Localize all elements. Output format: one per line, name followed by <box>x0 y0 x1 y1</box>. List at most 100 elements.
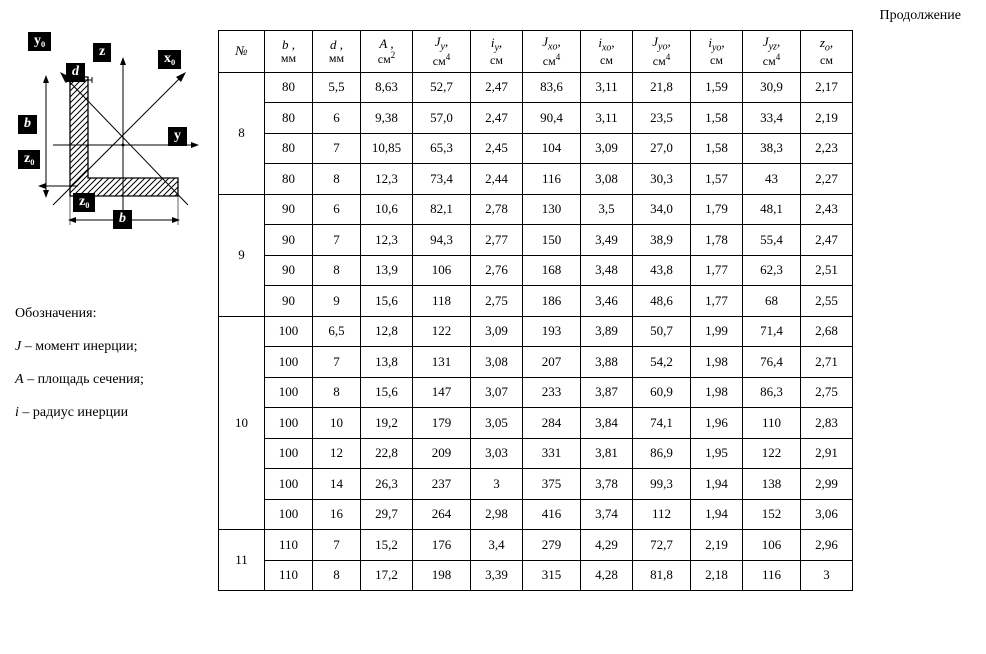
cell-Jyz: 110 <box>743 408 801 439</box>
group-number: 8 <box>219 72 265 194</box>
cell-ixo: 3,5 <box>581 194 633 225</box>
cell-ixo: 3,11 <box>581 103 633 134</box>
cell-ixo: 3,87 <box>581 377 633 408</box>
cell-d: 6 <box>313 103 361 134</box>
cell-iy: 3,07 <box>471 377 523 408</box>
cell-Jyo: 21,8 <box>633 72 691 103</box>
cell-iyo: 1,98 <box>691 377 743 408</box>
cell-A: 12,3 <box>361 225 413 256</box>
cell-ixo: 3,49 <box>581 225 633 256</box>
hdr-Jyz: Jyz,см4 <box>743 31 801 73</box>
cell-iyo: 1,58 <box>691 103 743 134</box>
cell-A: 15,2 <box>361 530 413 561</box>
cell-ixo: 3,11 <box>581 72 633 103</box>
cell-zo: 2,23 <box>801 133 853 164</box>
cell-zo: 2,55 <box>801 286 853 317</box>
cell-b: 100 <box>265 316 313 347</box>
cell-Jy: 209 <box>413 438 471 469</box>
cell-d: 9 <box>313 286 361 317</box>
cell-b: 80 <box>265 133 313 164</box>
label-b-bot: b <box>113 210 132 229</box>
table-row: 1001426,323733753,7899,31,941382,99 <box>219 469 853 500</box>
group-number: 9 <box>219 194 265 316</box>
cell-iy: 2,75 <box>471 286 523 317</box>
cell-zo: 3,06 <box>801 499 853 530</box>
table-row: 100713,81313,082073,8854,21,9876,42,71 <box>219 347 853 378</box>
cell-Jxo: 130 <box>523 194 581 225</box>
cell-d: 14 <box>313 469 361 500</box>
cell-Jyz: 62,3 <box>743 255 801 286</box>
cell-A: 26,3 <box>361 469 413 500</box>
label-y0-top: y₀ <box>28 32 51 51</box>
cell-b: 100 <box>265 499 313 530</box>
cell-Jyo: 86,9 <box>633 438 691 469</box>
cell-ixo: 3,78 <box>581 469 633 500</box>
cell-iyo: 1,94 <box>691 499 743 530</box>
cell-Jyo: 23,5 <box>633 103 691 134</box>
cell-b: 100 <box>265 438 313 469</box>
cell-b: 90 <box>265 194 313 225</box>
cell-iyo: 1,94 <box>691 469 743 500</box>
table-row: 8805,58,6352,72,4783,63,1121,81,5930,92,… <box>219 72 853 103</box>
cell-d: 10 <box>313 408 361 439</box>
continuation-label: Продолжение <box>879 8 961 24</box>
cell-d: 7 <box>313 347 361 378</box>
cell-d: 8 <box>313 255 361 286</box>
table-row: 990610,682,12,781303,534,01,7948,12,43 <box>219 194 853 225</box>
hdr-ixo: ixo,см <box>581 31 633 73</box>
cell-A: 8,63 <box>361 72 413 103</box>
cell-Jyo: 81,8 <box>633 560 691 591</box>
label-y-right: y <box>168 127 187 146</box>
table-body: 8805,58,6352,72,4783,63,1121,81,5930,92,… <box>219 72 853 591</box>
cell-b: 110 <box>265 530 313 561</box>
cell-Jy: 131 <box>413 347 471 378</box>
section-diagram: y₀ z x₀ d b y z₀ z₀ b <box>18 35 208 215</box>
cell-ixo: 3,74 <box>581 499 633 530</box>
cell-Jyo: 60,9 <box>633 377 691 408</box>
cell-Jyo: 74,1 <box>633 408 691 439</box>
cell-Jyz: 68 <box>743 286 801 317</box>
cell-iy: 2,98 <box>471 499 523 530</box>
cell-b: 80 <box>265 103 313 134</box>
cell-zo: 2,91 <box>801 438 853 469</box>
cell-d: 5,5 <box>313 72 361 103</box>
cell-ixo: 3,84 <box>581 408 633 439</box>
cell-Jyz: 38,3 <box>743 133 801 164</box>
cell-Jyo: 50,7 <box>633 316 691 347</box>
cell-iyo: 1,78 <box>691 225 743 256</box>
cell-A: 10,6 <box>361 194 413 225</box>
label-d: d <box>66 63 85 82</box>
header-row: № b ,мм d ,мм A ,см2 Jy,см4 iy,см Jxo,см… <box>219 31 853 73</box>
cell-Jyz: 122 <box>743 438 801 469</box>
cell-ixo: 4,28 <box>581 560 633 591</box>
cell-iy: 3,08 <box>471 347 523 378</box>
hdr-b: b ,мм <box>265 31 313 73</box>
cell-iy: 2,44 <box>471 164 523 195</box>
cell-ixo: 3,88 <box>581 347 633 378</box>
table-row: 101006,512,81223,091933,8950,71,9971,42,… <box>219 316 853 347</box>
table-row: 90712,394,32,771503,4938,91,7855,42,47 <box>219 225 853 256</box>
cell-Jy: 198 <box>413 560 471 591</box>
cell-iyo: 1,79 <box>691 194 743 225</box>
cell-Jy: 264 <box>413 499 471 530</box>
cell-Jyz: 43 <box>743 164 801 195</box>
cell-Jy: 122 <box>413 316 471 347</box>
cell-Jy: 176 <box>413 530 471 561</box>
cell-Jyz: 48,1 <box>743 194 801 225</box>
cell-Jy: 73,4 <box>413 164 471 195</box>
hdr-Jy: Jy,см4 <box>413 31 471 73</box>
cell-zo: 2,51 <box>801 255 853 286</box>
cell-iyo: 1,95 <box>691 438 743 469</box>
cell-Jyz: 33,4 <box>743 103 801 134</box>
hdr-iyo: iyo,см <box>691 31 743 73</box>
cell-zo: 2,43 <box>801 194 853 225</box>
legend-notes: Обозначения: J J – момент инерции;– моме… <box>15 295 215 432</box>
cell-ixo: 4,29 <box>581 530 633 561</box>
hdr-A: A ,см2 <box>361 31 413 73</box>
cell-Jyo: 48,6 <box>633 286 691 317</box>
cell-Jxo: 83,6 <box>523 72 581 103</box>
cell-Jy: 118 <box>413 286 471 317</box>
cell-Jy: 57,0 <box>413 103 471 134</box>
cell-b: 100 <box>265 408 313 439</box>
cell-Jyo: 54,2 <box>633 347 691 378</box>
